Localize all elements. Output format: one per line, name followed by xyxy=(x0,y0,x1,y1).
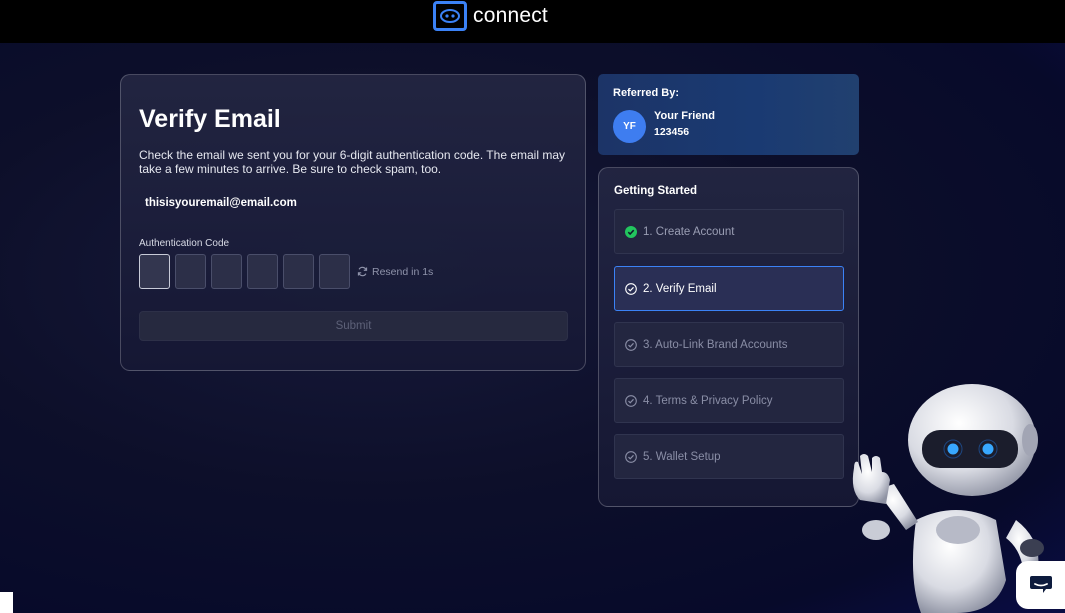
circle-check-outline-icon xyxy=(625,450,637,463)
step-wallet-setup[interactable]: 5. Wallet Setup xyxy=(614,434,844,479)
top-bar: connect xyxy=(0,0,1065,43)
avatar: YF xyxy=(613,110,646,143)
page-title: Verify Email xyxy=(139,105,281,133)
brand-logo[interactable]: connect xyxy=(433,1,548,31)
submit-button[interactable]: Submit xyxy=(139,311,568,341)
check-circle-icon xyxy=(625,225,637,238)
getting-started-card: Getting Started 1. Create Account 2. Ver… xyxy=(598,167,859,507)
refresh-icon xyxy=(357,266,368,277)
circle-check-outline-icon xyxy=(625,282,637,295)
email-address: thisisyouremail@email.com xyxy=(145,197,297,209)
corner-widget[interactable] xyxy=(0,592,13,613)
code-digit-1[interactable] xyxy=(139,254,170,289)
chat-button[interactable] xyxy=(1016,561,1065,609)
code-label: Authentication Code xyxy=(139,238,230,249)
step-auto-link-brand-accounts[interactable]: 3. Auto-Link Brand Accounts xyxy=(614,322,844,367)
step-terms-privacy-policy[interactable]: 4. Terms & Privacy Policy xyxy=(614,378,844,423)
code-input-row: Resend in 1s xyxy=(139,254,433,289)
step-create-account[interactable]: 1. Create Account xyxy=(614,209,844,254)
referral-card: Referred By: YF Your Friend 123456 xyxy=(598,74,859,155)
step-label: 1. Create Account xyxy=(643,225,735,238)
brand-name: connect xyxy=(473,4,548,27)
verify-description: Check the email we sent you for your 6-d… xyxy=(139,148,565,176)
chat-bubble-icon xyxy=(1029,576,1052,593)
code-digit-6[interactable] xyxy=(319,254,350,289)
step-label: 4. Terms & Privacy Policy xyxy=(643,394,773,407)
code-digit-5[interactable] xyxy=(283,254,314,289)
code-digit-3[interactable] xyxy=(211,254,242,289)
verify-email-card: Verify Email Check the email we sent you… xyxy=(120,74,586,371)
step-verify-email[interactable]: 2. Verify Email xyxy=(614,266,844,311)
resend-code-button[interactable]: Resend in 1s xyxy=(357,266,433,278)
circle-check-outline-icon xyxy=(625,338,637,351)
referrer-name: Your Friend xyxy=(654,110,715,122)
resend-label: Resend in 1s xyxy=(372,265,434,278)
code-digit-2[interactable] xyxy=(175,254,206,289)
steps-title: Getting Started xyxy=(614,185,698,197)
connect-logo-icon xyxy=(433,1,467,31)
circle-check-outline-icon xyxy=(625,394,637,407)
step-label: 5. Wallet Setup xyxy=(643,450,721,463)
code-digit-4[interactable] xyxy=(247,254,278,289)
step-label: 3. Auto-Link Brand Accounts xyxy=(643,338,788,351)
step-label: 2. Verify Email xyxy=(643,282,717,295)
referrer-code: 123456 xyxy=(654,126,690,138)
referral-title: Referred By: xyxy=(613,87,680,99)
